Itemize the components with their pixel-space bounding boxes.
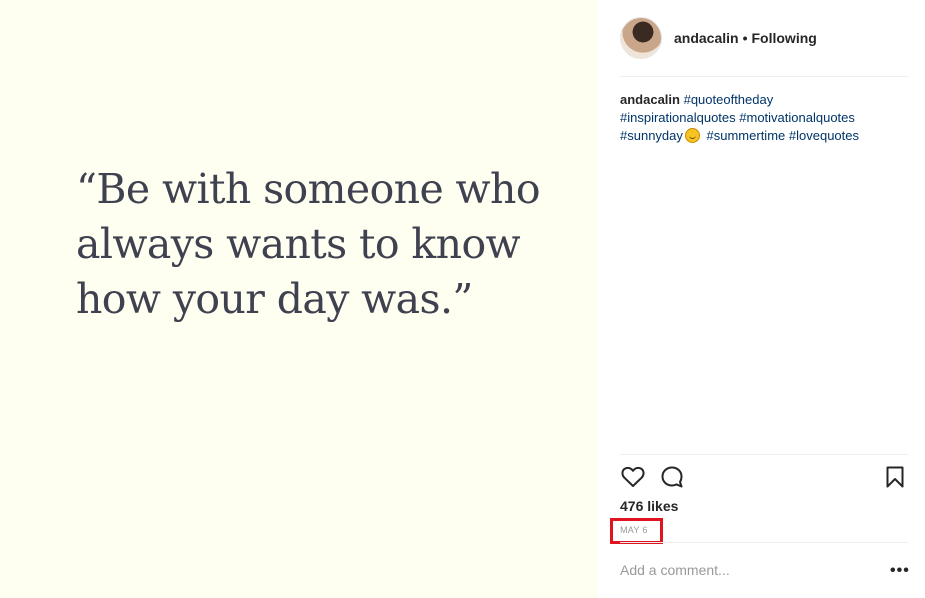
likes-count[interactable]: 476 likes <box>620 498 678 514</box>
hashtag-summertime[interactable]: #summertime <box>707 128 786 143</box>
header-username[interactable]: andacalin <box>674 30 739 46</box>
more-options-button[interactable]: ••• <box>890 562 910 580</box>
action-bar <box>620 464 908 490</box>
quote-line-2: always wants to know <box>76 220 521 268</box>
quote-text: “Be with someone who always wants to kno… <box>76 162 576 327</box>
post-sidebar: andacalin • Following andacalin #quoteofth… <box>598 0 925 598</box>
sun-emoji-icon <box>684 128 700 143</box>
comment-input[interactable]: Add a comment... <box>620 562 870 578</box>
hashtag-sunnyday[interactable]: #sunnyday <box>620 128 683 143</box>
avatar[interactable] <box>620 17 662 59</box>
comment-divider <box>620 542 908 543</box>
instagram-post: “Be with someone who always wants to kno… <box>0 0 925 598</box>
hashtag-inspirationalquotes[interactable]: #inspirationalquotes <box>620 110 736 125</box>
bookmark-icon[interactable] <box>882 464 908 490</box>
actions-divider <box>620 454 908 455</box>
post-caption: andacalin #quoteoftheday #inspirationalq… <box>620 91 910 145</box>
header-text: andacalin • Following <box>674 30 817 46</box>
date-highlight-box <box>610 518 663 544</box>
post-image[interactable]: “Be with someone who always wants to kno… <box>0 0 598 598</box>
quote-line-3: how your day was.” <box>76 275 473 323</box>
header-separator: • <box>742 30 748 46</box>
hashtag-motivationalquotes[interactable]: #motivationalquotes <box>739 110 855 125</box>
heart-icon[interactable] <box>620 464 646 490</box>
following-button[interactable]: Following <box>752 30 817 46</box>
header-divider <box>620 76 908 77</box>
hashtag-quoteoftheday[interactable]: #quoteoftheday <box>684 92 774 107</box>
caption-username[interactable]: andacalin <box>620 92 680 107</box>
hashtag-lovequotes[interactable]: #lovequotes <box>789 128 859 143</box>
quote-line-1: “Be with someone who <box>76 165 541 213</box>
comment-bubble-icon[interactable] <box>659 464 685 490</box>
post-header: andacalin • Following <box>620 16 908 60</box>
